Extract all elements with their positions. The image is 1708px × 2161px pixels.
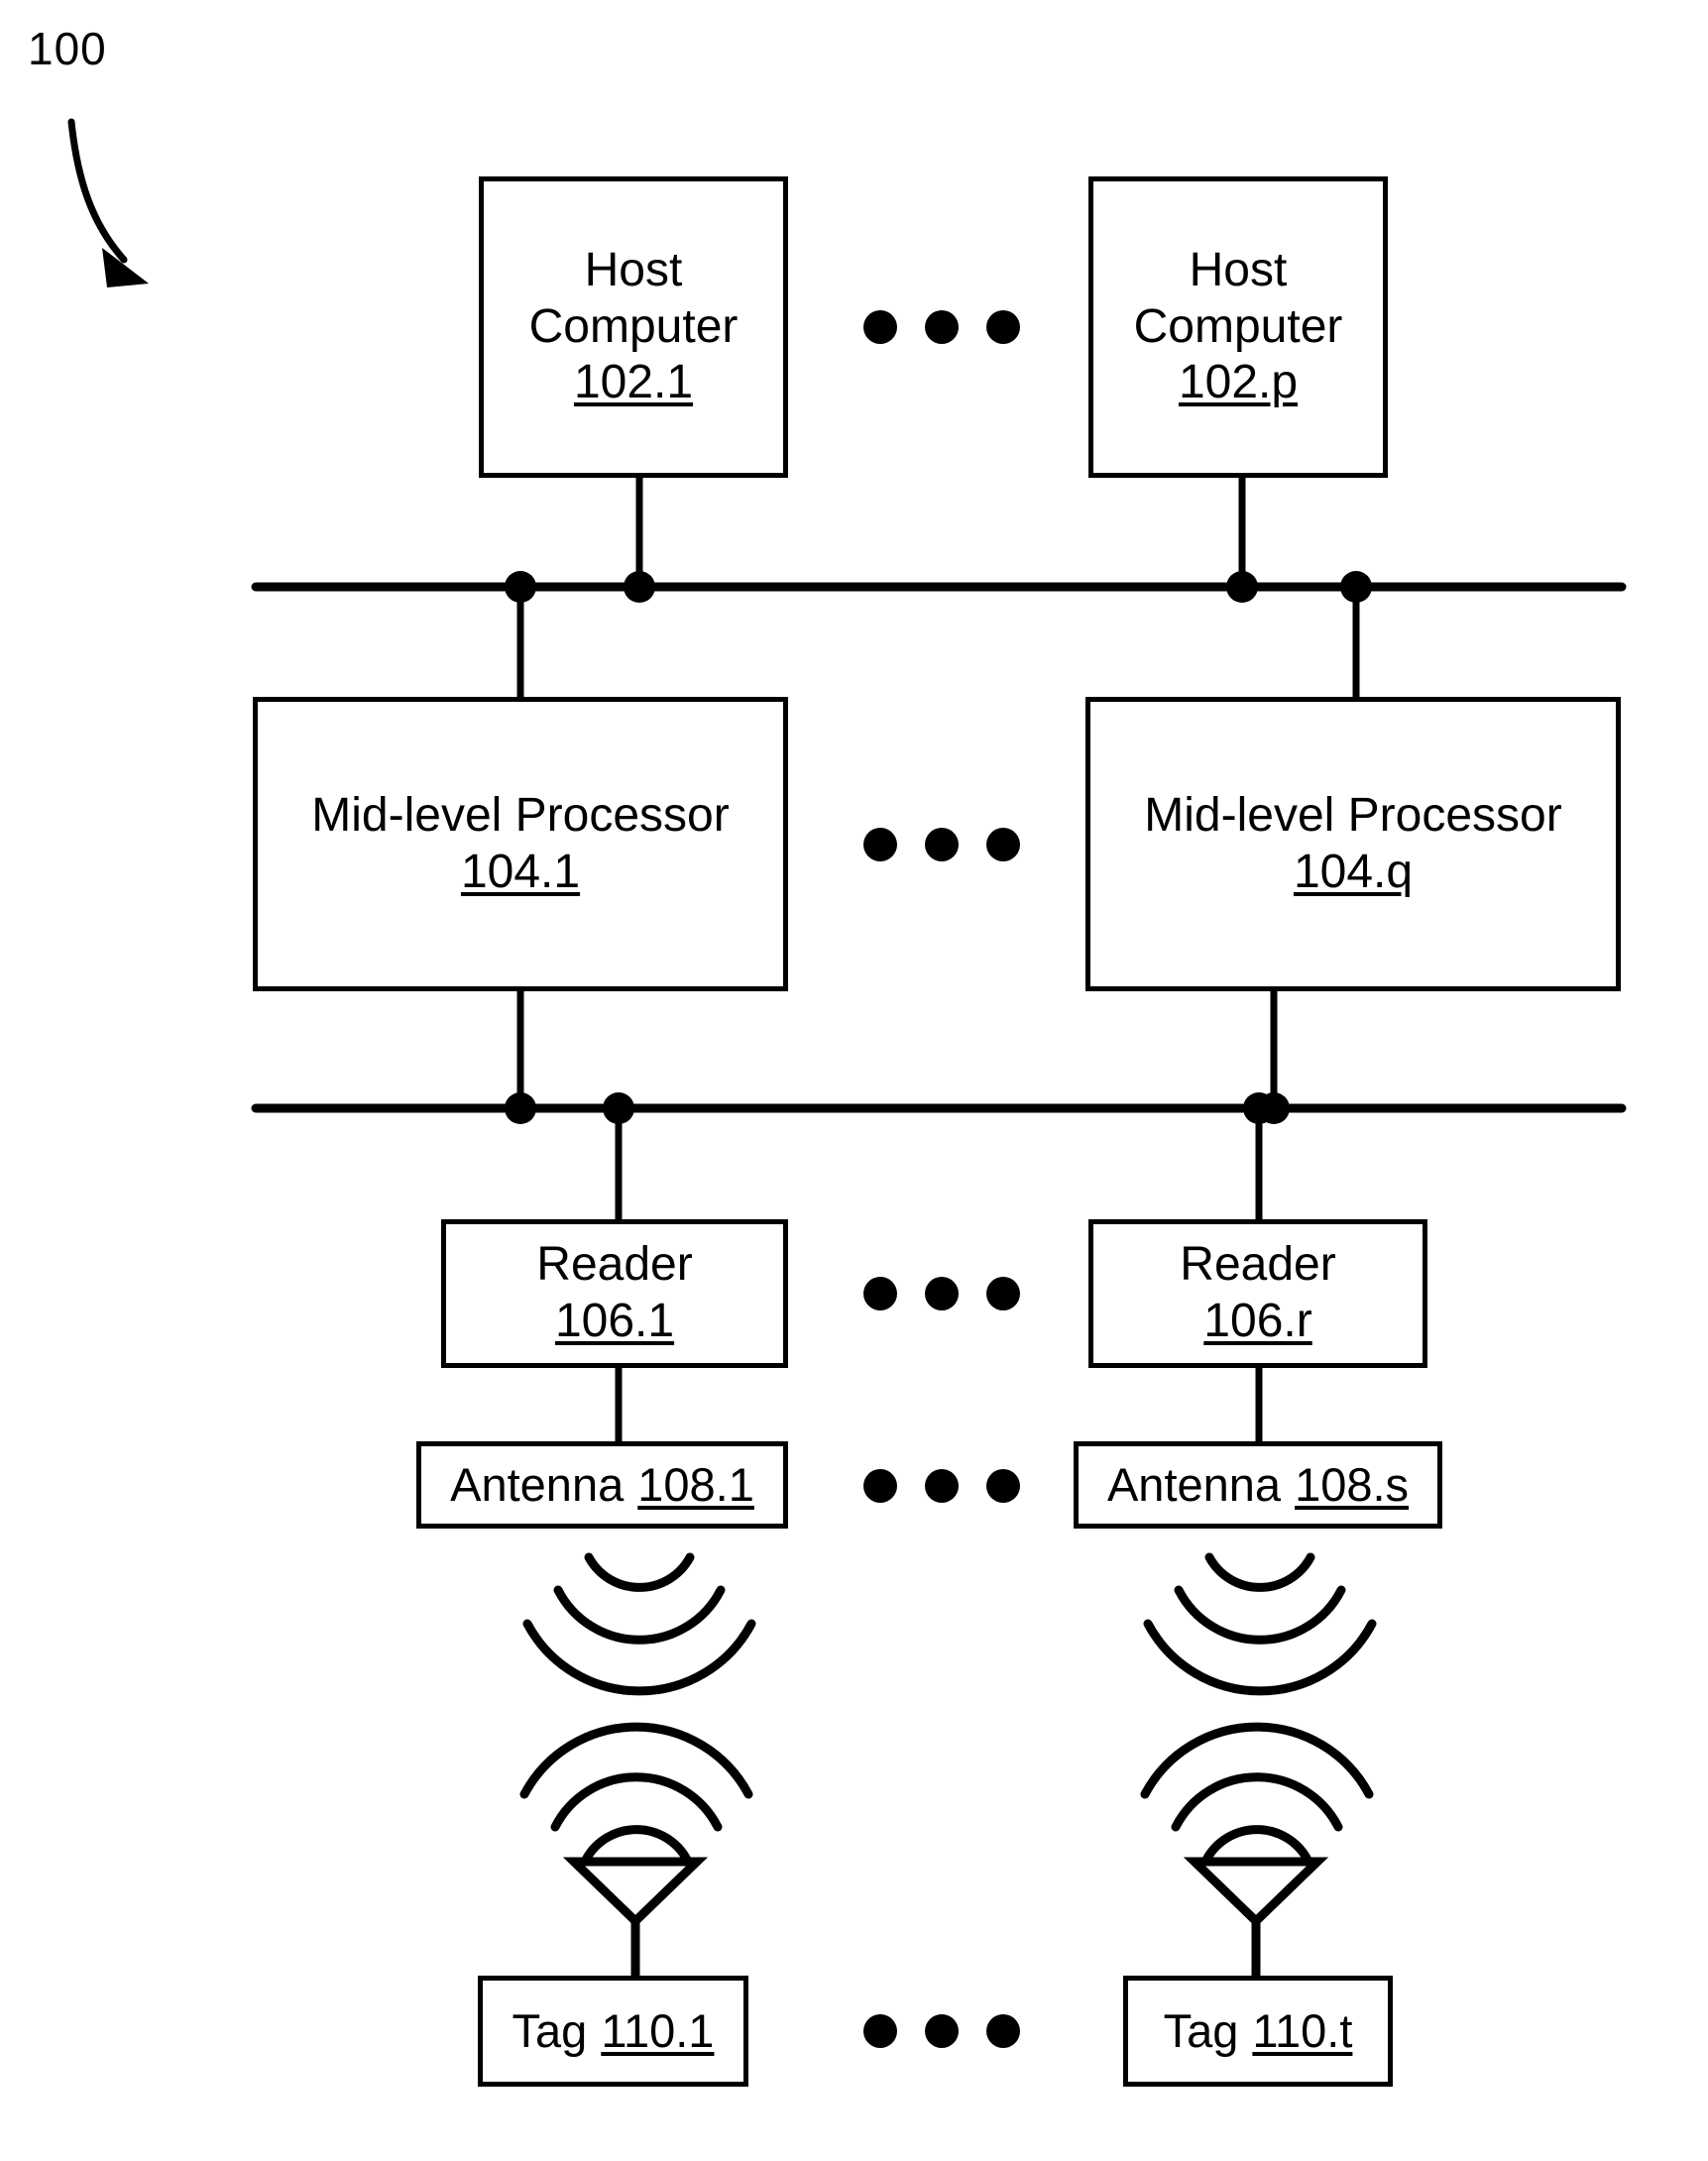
tags-ellipsis [863, 2014, 1020, 2048]
rf-wave-arc [584, 1552, 695, 1592]
ellipsis-dot [925, 310, 959, 344]
bus-junction-dot [1340, 571, 1372, 603]
antenna-108-1-box[interactable]: Antenna 108.1 [416, 1441, 788, 1529]
mid-level-processor-104-1-label: Mid-level Processor [311, 788, 730, 842]
diagram-artwork [67, 118, 1627, 1981]
patent-figure: 100 Host Computer 102.1 Host Computer 10… [0, 0, 1708, 2161]
figure-reference-numeral: 100 [28, 23, 107, 74]
mid-level-processor-104-1-box[interactable]: Mid-level Processor 104.1 [253, 697, 788, 991]
rf-wave-arc [522, 1619, 756, 1696]
ellipsis-dot [925, 1469, 959, 1503]
rf-wave-arc [1171, 1772, 1343, 1832]
mid-level-processor-104-q-box[interactable]: Mid-level Processor 104.q [1085, 697, 1621, 991]
rf-wave-arc [1204, 1552, 1315, 1592]
ellipsis-dot [863, 828, 897, 861]
ellipsis-dot [986, 2014, 1020, 2048]
ellipsis-dot [925, 828, 959, 861]
reader-106-1-label: Reader [536, 1238, 693, 1292]
ellipsis-dot [863, 1277, 897, 1310]
antenna-108-s-box[interactable]: Antenna 108.s [1074, 1441, 1442, 1529]
ellipsis-dot [986, 1469, 1020, 1503]
ellipsis-dot [863, 310, 897, 344]
ellipsis-dot [925, 1277, 959, 1310]
host-computer-102-p-label-line2: Computer [1133, 299, 1343, 353]
antenna-108-1-reference: 108.1 [637, 1458, 754, 1512]
tag-110-t-box[interactable]: Tag 110.t [1123, 1976, 1393, 2087]
ellipsis-dot [925, 2014, 959, 2048]
rf-wave-arc [1201, 1825, 1312, 1865]
reader-106-r-reference: 106.r [1203, 1295, 1312, 1347]
host-computer-102-1-reference: 102.1 [573, 356, 694, 409]
bus-junction-dot [1258, 1092, 1290, 1124]
antennas-ellipsis [863, 1469, 1020, 1503]
rf-wave-arc [1140, 1722, 1374, 1799]
rf-wave-arc [581, 1825, 692, 1865]
reader-106-1-box[interactable]: Reader 106.1 [441, 1219, 788, 1368]
rf-wave-arc [553, 1585, 726, 1645]
reader-106-r-box[interactable]: Reader 106.r [1088, 1219, 1427, 1368]
tag-antenna-funnel-icon [562, 1857, 709, 1928]
processors-ellipsis [863, 828, 1020, 861]
rf-wave-arc [519, 1722, 753, 1799]
bus-junction-dot [624, 571, 655, 603]
host-computer-102-p-label-line1: Host [1189, 244, 1288, 297]
antenna-108-s-label: Antenna [1106, 1458, 1282, 1512]
bus-junction-dot [505, 1092, 536, 1124]
ellipsis-dot [863, 2014, 897, 2048]
host-computer-102-1-box[interactable]: Host Computer 102.1 [479, 176, 788, 478]
ellipsis-dot [986, 828, 1020, 861]
tag-110-1-label: Tag [512, 2004, 588, 2058]
rf-wave-arc [1174, 1585, 1346, 1645]
mid-level-processor-104-q-reference: 104.q [1293, 845, 1414, 898]
ellipsis-dot [986, 310, 1020, 344]
rf-wave-arc [1143, 1619, 1377, 1696]
ellipsis-dot [863, 1469, 897, 1503]
tag-110-t-reference: 110.t [1252, 2004, 1353, 2058]
figure-lead-arrow-curve [67, 118, 128, 264]
antenna-108-1-label: Antenna [450, 1458, 625, 1512]
reader-106-r-label: Reader [1180, 1238, 1336, 1292]
rf-wave-arc [550, 1772, 723, 1832]
host-computer-102-1-label-line2: Computer [528, 299, 739, 353]
tag-antenna-funnel-icon [1183, 1857, 1329, 1928]
tag-110-t-label: Tag [1163, 2004, 1239, 2058]
bus-junction-dot [603, 1092, 634, 1124]
antenna-108-s-reference: 108.s [1295, 1458, 1410, 1512]
tag-110-1-reference: 110.1 [601, 2004, 715, 2058]
bus-junction-dot [1226, 571, 1258, 603]
bus-junction-dot [505, 571, 536, 603]
host-computer-102-1-label-line1: Host [584, 244, 683, 297]
reader-106-1-reference: 106.1 [554, 1295, 675, 1347]
ellipsis-dot [986, 1277, 1020, 1310]
readers-ellipsis [863, 1277, 1020, 1310]
figure-lead-arrowhead [102, 248, 149, 287]
mid-level-processor-104-q-label: Mid-level Processor [1144, 788, 1562, 842]
host-computer-102-p-reference: 102.p [1178, 356, 1299, 409]
tag-110-1-box[interactable]: Tag 110.1 [478, 1976, 748, 2087]
hosts-ellipsis [863, 310, 1020, 344]
mid-level-processor-104-1-reference: 104.1 [460, 845, 581, 898]
host-computer-102-p-box[interactable]: Host Computer 102.p [1088, 176, 1388, 478]
